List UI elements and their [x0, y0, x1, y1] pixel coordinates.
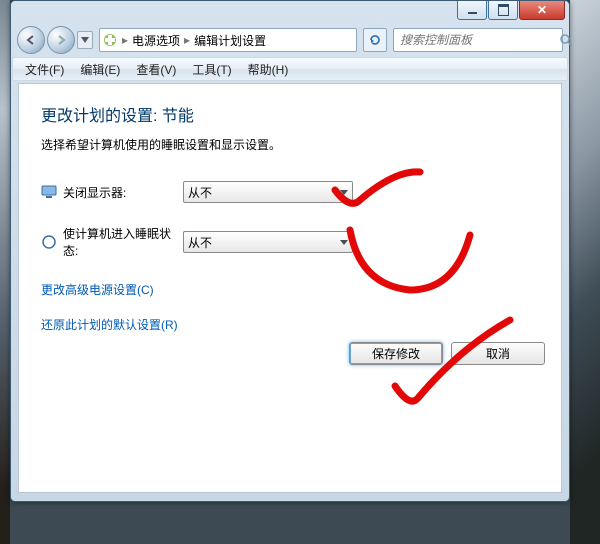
chevron-down-icon: [340, 240, 348, 245]
menu-view[interactable]: 查看(V): [130, 60, 182, 79]
nav-buttons: [17, 26, 93, 54]
sleep-icon: [41, 234, 57, 250]
row-turn-off-display: 关闭显示器: 从不: [41, 181, 539, 203]
page-body: 更改计划的设置: 节能 选择希望计算机使用的睡眠设置和显示设置。 关闭显示器: …: [18, 83, 562, 493]
refresh-button[interactable]: [363, 28, 387, 52]
menu-edit[interactable]: 编辑(E): [74, 60, 126, 79]
forward-button[interactable]: [47, 26, 75, 54]
search-icon: [559, 33, 573, 47]
sleep-label: 使计算机进入睡眠状态:: [63, 225, 183, 259]
nav-history-button[interactable]: [77, 31, 93, 49]
breadcrumb[interactable]: ▸ 电源选项 ▸ 编辑计划设置: [99, 28, 357, 52]
close-icon: ✕: [537, 3, 547, 17]
menu-file[interactable]: 文件(F): [19, 60, 70, 79]
address-bar-row: ▸ 电源选项 ▸ 编辑计划设置: [17, 25, 563, 55]
sleep-dropdown[interactable]: 从不: [183, 231, 353, 253]
chevron-right-icon: ▸: [120, 33, 130, 47]
menu-tools[interactable]: 工具(T): [186, 60, 237, 79]
display-off-label: 关闭显示器:: [63, 184, 183, 201]
close-button[interactable]: ✕: [519, 1, 565, 20]
search-box[interactable]: [393, 28, 563, 52]
page-subtitle: 选择希望计算机使用的睡眠设置和显示设置。: [41, 136, 539, 153]
refresh-icon: [368, 33, 382, 47]
search-input[interactable]: [398, 32, 559, 48]
chevron-right-icon: ▸: [182, 33, 192, 47]
cancel-button[interactable]: 取消: [451, 342, 545, 365]
title-bar: ✕: [11, 1, 569, 25]
link-advanced-power[interactable]: 更改高级电源设置(C): [41, 283, 154, 297]
menu-bar: 文件(F) 编辑(E) 查看(V) 工具(T) 帮助(H): [12, 57, 568, 81]
maximize-button[interactable]: [488, 1, 518, 20]
crumb-power-options[interactable]: 电源选项: [132, 32, 180, 49]
crumb-edit-plan[interactable]: 编辑计划设置: [194, 32, 266, 49]
row-sleep: 使计算机进入睡眠状态: 从不: [41, 225, 539, 259]
page-title: 更改计划的设置: 节能: [41, 102, 539, 126]
minimize-icon: [468, 12, 477, 14]
minimize-button[interactable]: [457, 1, 487, 20]
back-button[interactable]: [17, 26, 45, 54]
window-frame: ✕ ▸ 电源选项 ▸ 编辑计: [10, 0, 570, 502]
maximize-icon: [498, 4, 509, 16]
dialog-buttons: 保存修改 取消: [349, 342, 545, 365]
save-button[interactable]: 保存修改: [349, 342, 443, 365]
display-off-value: 从不: [188, 184, 340, 201]
sleep-value: 从不: [188, 234, 340, 251]
monitor-icon: [41, 184, 57, 200]
link-restore-defaults[interactable]: 还原此计划的默认设置(R): [41, 318, 178, 332]
display-off-dropdown[interactable]: 从不: [183, 181, 353, 203]
menu-help[interactable]: 帮助(H): [242, 60, 295, 79]
chevron-down-icon: [340, 190, 348, 195]
control-panel-icon: [102, 32, 118, 48]
